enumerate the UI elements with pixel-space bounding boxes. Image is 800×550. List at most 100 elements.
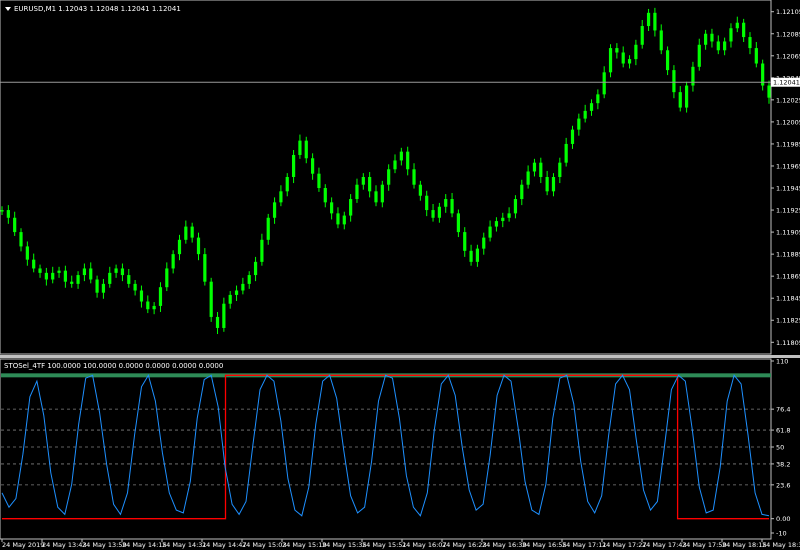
candle-body [152,305,156,310]
time-tick-label: 24 May 15:35 [322,541,367,549]
candle-body [463,232,467,251]
candle-body [32,259,36,269]
time-axis: 24 May 201924 May 13:4324 May 13:5924 Ma… [1,539,800,549]
candle-body [291,154,296,177]
candle-body [19,232,23,247]
panel-splitter[interactable] [0,355,800,358]
candle-body [247,275,251,284]
time-tick-label: 24 May 13:59 [82,541,127,549]
candle-body [272,202,277,218]
candle-body [482,237,486,249]
candle-body [101,283,106,293]
candle-body [621,52,625,64]
indicator-tick-label: 0.00 [776,515,790,523]
candle-body [520,184,524,200]
candle-body [665,50,670,71]
candle-body [742,22,746,38]
candle-body [406,151,410,170]
indicator-tick-label: 38.2 [776,460,790,468]
candle-body [653,12,657,31]
time-tick-label: 24 May 15:03 [242,541,287,549]
candle-body [330,202,334,214]
candle-body [120,268,125,276]
candle-body [494,221,499,227]
candle-body [387,169,391,185]
candle-body [602,72,606,95]
candle-body [380,184,384,203]
candle-body [545,177,549,192]
price-tick-label: 1.11845 [776,295,800,303]
candle-body [767,85,771,98]
symbol-info-label: EURUSD,M1 1.12043 1.12048 1.12041 1.1204… [14,5,181,13]
candle-body [513,199,518,214]
indicator-tick-label: 76.4 [776,406,790,414]
candle-body [342,215,346,225]
candle-body [488,226,492,238]
candle-body [336,213,340,225]
time-tick-label: 24 May 16:55 [522,541,567,549]
price-panel-frame [0,0,772,355]
time-tick-label: 24 May 15:19 [282,541,327,549]
time-tick-label: 24 May 16:23 [442,541,487,549]
candle-body [146,301,150,310]
time-tick-label: 24 May 17:27 [602,541,647,549]
candle-body [418,184,422,196]
candle-body [38,268,42,273]
candle-body [659,30,663,51]
candle-body [469,250,473,262]
indicator-tick-label: -10 [776,530,787,538]
time-tick-label: 24 May 17:59 [682,541,727,549]
indicator-panel[interactable]: STOSel_4TF 100.0000 100.0000 0.0000 0.00… [0,358,790,540]
window-menu-triangle-icon[interactable] [5,7,11,11]
candle-body [323,188,327,203]
candle-body [260,239,264,262]
indicator-panel-frame [0,358,772,540]
candle-body [684,85,689,108]
candle-body [551,177,556,192]
candle-body [450,199,454,214]
candle-body [634,44,638,60]
time-tick-label: 24 May 17:43 [642,541,687,549]
price-panel[interactable]: EURUSD,M1 1.12043 1.12048 1.12041 1.1204… [0,0,800,355]
indicator-tick-label: 110 [776,358,788,366]
candle-body [228,294,232,304]
candle-body [44,272,48,280]
indicator-tick-label: 50 [776,444,784,452]
candle-body [51,272,55,280]
candle-body [57,270,61,273]
candle-body [412,169,416,185]
candle-body [437,206,441,218]
candle-body [729,28,733,42]
indicator-info-label: STOSel_4TF 100.0000 100.0000 0.0000 0.00… [4,362,223,370]
candle-body [190,226,194,238]
price-tick-label: 1.12065 [776,52,800,60]
candle-body [558,162,562,177]
candle-body [640,26,644,45]
candle-body [253,261,258,276]
candle-body [748,37,752,49]
indicator-tick-label: 61.8 [776,427,790,435]
candle-body [63,270,67,282]
time-tick-label: 24 May 14:31 [162,541,207,549]
time-tick-label: 24 May 18:15 [722,541,767,549]
time-tick-label: 24 May 17:11 [562,541,607,549]
candle-body [177,239,182,255]
candle-body [25,246,29,260]
trading-chart[interactable]: EURUSD,M1 1.12043 1.12048 1.12041 1.1204… [0,0,800,550]
candle-body [70,281,74,284]
time-tick-label: 24 May 16:07 [402,541,447,549]
candle-body [374,191,378,203]
time-tick-label: 24 May 18:31 [762,541,800,549]
candle-body [158,287,163,306]
candle-body [266,217,270,240]
candle-body [526,171,530,185]
candle-body [697,44,701,67]
candle-body [203,254,207,282]
candle-body [279,191,283,203]
candle-body [165,268,169,288]
time-tick-label: 24 May 2019 [2,541,44,549]
price-axis: 1.121051.120851.120651.120451.120251.120… [771,8,800,347]
candle-body [171,254,175,269]
candle-body [215,316,220,328]
candle-body [532,162,537,172]
